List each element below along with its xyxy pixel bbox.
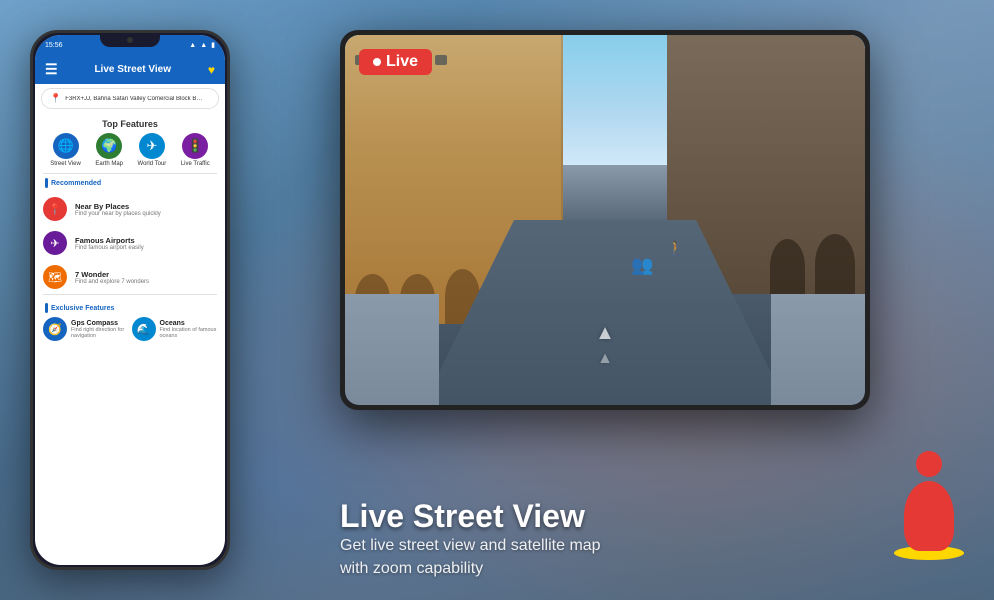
- right-sidewalk: [771, 294, 865, 405]
- nearby-places-item[interactable]: 📍 Near By Places Find your near by place…: [35, 192, 225, 226]
- section-bar: [45, 178, 48, 188]
- tablet-screen: ▲ ▲ 👥 🚶 Live: [345, 35, 865, 405]
- phone-mockup: 15:56 ▲ ▲ ▮ ☰ Live Street View ♥ 📍 F3RX+…: [30, 30, 230, 570]
- feature-earth-map[interactable]: 🌍 Earth Map: [95, 133, 123, 167]
- wonder-item[interactable]: 🗺 7 Wonder Find and explore 7 wonders: [35, 260, 225, 294]
- wonder-title: 7 Wonder: [75, 270, 149, 279]
- person-silhouette: 🚶: [667, 240, 684, 257]
- divider-1: [43, 173, 217, 174]
- camera-dot: [127, 37, 133, 43]
- airports-subtitle: Find famous airport easily: [75, 245, 144, 251]
- airports-text: Famous Airports Find famous airport easi…: [75, 236, 144, 251]
- ocean-text: Oceans Find location of famous oceans: [160, 320, 218, 339]
- road-arrows: ▲ ▲: [595, 322, 615, 368]
- airports-title: Famous Airports: [75, 236, 144, 245]
- divider-2: [43, 294, 217, 295]
- signal-icon: ▲: [189, 42, 196, 49]
- exclusive-section: Exclusive Features: [35, 299, 225, 317]
- exclusive-grid: 🧭 Gps Compass Find right direction for n…: [35, 317, 225, 341]
- wonder-text: 7 Wonder Find and explore 7 wonders: [75, 270, 149, 285]
- world-tour-icon: ✈: [139, 133, 165, 159]
- feature-live-traffic[interactable]: 🚦 Live Traffic: [181, 133, 210, 167]
- live-dot: [373, 58, 381, 66]
- earth-map-label: Earth Map: [95, 161, 123, 167]
- subtitle-line1: Get live street view and satellite map: [340, 537, 601, 554]
- street-view-icon: 🌐: [53, 133, 79, 159]
- exclusive-label-text: Exclusive Features: [51, 305, 114, 312]
- ocean-subtitle: Find location of famous oceans: [160, 327, 218, 339]
- nearby-icon: 📍: [43, 197, 67, 221]
- person-head: [916, 451, 942, 477]
- wonder-icon: 🗺: [43, 265, 67, 289]
- oceans-item[interactable]: 🌊 Oceans Find location of famous oceans: [132, 317, 218, 341]
- app-header-title: Live Street View: [94, 64, 171, 75]
- location-pin-icon: 📍: [50, 93, 61, 104]
- person-body: [904, 481, 954, 551]
- location-text: F3RX+JJ, Bahria Safari Valley Comercial …: [65, 96, 205, 102]
- airports-item[interactable]: ✈ Famous Airports Find famous airport ea…: [35, 226, 225, 260]
- earth-map-icon: 🌍: [96, 133, 122, 159]
- compass-icon: 🧭: [43, 317, 67, 341]
- top-features-title: Top Features: [35, 113, 225, 133]
- street-scene: ▲ ▲ 👥 🚶: [345, 35, 865, 405]
- battery-icon: ▮: [211, 41, 215, 49]
- menu-icon[interactable]: ☰: [45, 61, 58, 78]
- wifi-icon: ▲: [200, 42, 207, 49]
- live-badge: Live: [359, 49, 432, 75]
- wonder-subtitle: Find and explore 7 wonders: [75, 279, 149, 285]
- compass-subtitle: Find right direction for navigation: [71, 327, 132, 339]
- feature-street-view[interactable]: 🌐 Street View: [50, 133, 81, 167]
- subtitle-line2: with zoom capability: [340, 560, 483, 577]
- gps-compass-item[interactable]: 🧭 Gps Compass Find right direction for n…: [43, 317, 132, 341]
- live-text: Live: [386, 53, 418, 71]
- airport-icon: ✈: [43, 231, 67, 255]
- feature-world-tour[interactable]: ✈ World Tour: [138, 133, 167, 167]
- world-tour-label: World Tour: [138, 161, 167, 167]
- app-subtitle: Get live street view and satellite map w…: [340, 535, 974, 580]
- app-header: ☰ Live Street View ♥: [35, 55, 225, 84]
- bottom-section: Live Street View Get live street view an…: [340, 498, 974, 580]
- arrow-1: ▲: [595, 322, 615, 345]
- main-app-title: Live Street View: [340, 498, 974, 535]
- ocean-title: Oceans: [160, 320, 218, 327]
- compass-title: Gps Compass: [71, 320, 132, 327]
- recommended-section: Recommended: [35, 178, 225, 192]
- left-sidewalk: [345, 294, 439, 405]
- live-traffic-icon: 🚦: [182, 133, 208, 159]
- tablet-mockup: ▲ ▲ 👥 🚶 Live: [340, 30, 870, 410]
- arrow-2: ▲: [597, 350, 613, 368]
- ocean-icon: 🌊: [132, 317, 156, 341]
- compass-text: Gps Compass Find right direction for nav…: [71, 320, 132, 339]
- live-traffic-label: Live Traffic: [181, 161, 210, 167]
- nearby-title: Near By Places: [75, 202, 161, 211]
- nearby-subtitle: Find your near by places quickly: [75, 211, 161, 217]
- street-view-person: [894, 471, 964, 560]
- exclusive-bar: [45, 303, 48, 313]
- status-time: 15:56: [45, 42, 63, 49]
- location-bar[interactable]: 📍 F3RX+JJ, Bahria Safari Valley Comercia…: [41, 88, 219, 109]
- nearby-text: Near By Places Find your near by places …: [75, 202, 161, 217]
- heart-icon[interactable]: ♥: [208, 63, 215, 77]
- street-view-label: Street View: [50, 161, 81, 167]
- people-silhouettes: 👥: [631, 255, 653, 276]
- phone-screen: 15:56 ▲ ▲ ▮ ☰ Live Street View ♥ 📍 F3RX+…: [35, 35, 225, 565]
- features-grid: 🌐 Street View 🌍 Earth Map ✈ World Tour 🚦…: [35, 133, 225, 173]
- phone-notch: [100, 33, 160, 47]
- recommended-label-text: Recommended: [51, 180, 101, 187]
